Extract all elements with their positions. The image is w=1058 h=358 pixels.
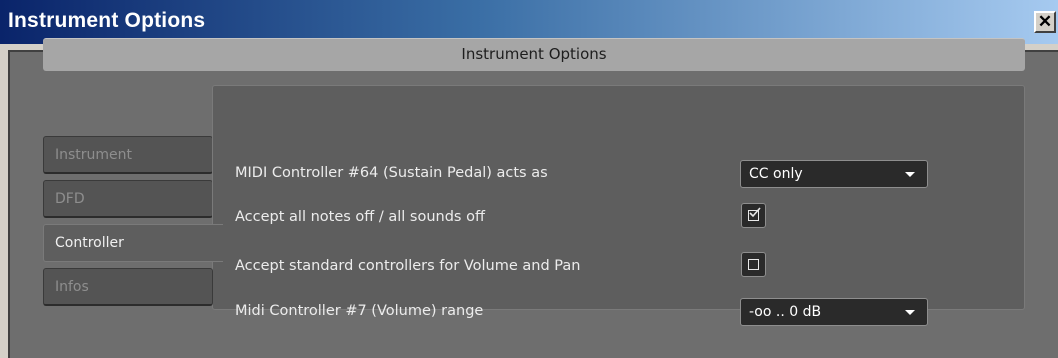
tab-infos[interactable]: Infos [43,268,213,306]
notes-off-checkbox[interactable] [741,203,766,228]
controller-panel [212,85,1025,310]
sustain-pedal-dropdown[interactable]: CC only [740,160,928,188]
panel-header: Instrument Options [43,38,1025,71]
instrument-options-window: Instrument Options ✕ Instrument Options … [0,0,1058,358]
close-button[interactable]: ✕ [1034,11,1056,33]
checkbox-frame [748,259,759,270]
volume-range-dropdown[interactable]: -oo .. 0 dB [740,298,928,326]
std-controllers-checkbox[interactable] [741,252,766,277]
chevron-down-icon [905,310,915,315]
notes-off-label: Accept all notes off / all sounds off [235,209,485,225]
volume-range-label: Midi Controller #7 (Volume) range [235,303,484,319]
chevron-down-icon [905,172,915,177]
sustain-pedal-label: MIDI Controller #64 (Sustain Pedal) acts… [235,165,548,181]
close-icon: ✕ [1037,12,1053,31]
tab-instrument[interactable]: Instrument [43,136,213,174]
volume-range-value: -oo .. 0 dB [749,304,822,320]
tab-dfd[interactable]: DFD [43,180,213,218]
checkmark-icon [749,207,761,218]
window-title: Instrument Options [8,9,206,32]
std-controllers-label: Accept standard controllers for Volume a… [235,258,581,274]
sustain-pedal-value: CC only [749,166,803,182]
tab-controller[interactable]: Controller [43,224,223,262]
